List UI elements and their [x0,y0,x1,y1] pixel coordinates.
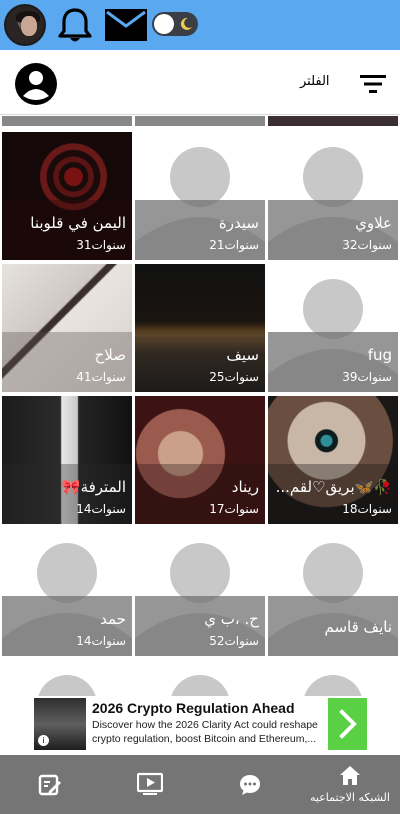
ad-thumbnail: i [34,698,86,750]
nav-home-label: الشبكه الاجتماعيه [310,791,390,804]
profile-card[interactable]: سيدرة 21سنوات [135,132,265,260]
profile-name: سيدرة [218,214,259,232]
profile-name: ح. ،ب ي [204,610,259,628]
profile-age: 31سنوات [76,238,126,252]
profile-card[interactable]: اليمن في قلوبنا 31سنوات [2,132,132,260]
profile-card[interactable]: ح. ،ب ي 52سنوات [135,528,265,656]
dark-mode-toggle[interactable] [152,12,198,36]
profile-card-partial[interactable] [135,660,265,696]
profile-name: نايف قاسم [324,618,392,636]
card-overlay [135,116,265,126]
nav-video[interactable] [100,755,200,814]
profile-age: 21سنوات [209,238,259,252]
profile-name: علاوي [355,214,392,232]
bottom-nav: الشبكه الاجتماعيه [0,755,400,814]
profile-card-partial[interactable] [2,116,132,126]
profile-age: 17سنوات [209,502,259,516]
profile-age: 18سنوات [342,502,392,516]
profiles-grid: اليمن في قلوبنا 31سنوات سيدرة 21سنوات عل… [0,116,400,696]
profile-card-partial[interactable] [2,660,132,696]
profile-card-partial[interactable] [135,116,265,126]
top-bar [0,0,400,50]
profile-card[interactable]: نايف قاسم [268,528,398,656]
filter-icon[interactable] [360,74,386,94]
bell-icon[interactable] [55,6,95,46]
filter-header: الفلتر [0,52,400,115]
profile-card[interactable]: ريناد 17سنوات [135,396,265,524]
silhouette-icon [38,675,96,696]
profile-name: 🥀🦋بريق♡لقم... [275,478,392,496]
filter-label[interactable]: الفلتر [300,74,330,89]
profile-age: 14سنوات [76,502,126,516]
profile-name: سيف [226,346,259,364]
silhouette-icon [304,675,362,696]
ad-description: Discover how the 2026 Clarity Act could … [92,719,318,745]
ad-info-icon[interactable]: i [38,735,49,746]
silhouette-icon [171,675,229,696]
ad-banner[interactable]: i 2026 Crypto Regulation Ahead Discover … [22,696,378,752]
profile-name: اليمن في قلوبنا [30,214,126,232]
ad-title: 2026 Crypto Regulation Ahead [92,700,295,716]
profile-age: 39سنوات [342,370,392,384]
profile-card-partial[interactable] [268,660,398,696]
nav-home[interactable]: الشبكه الاجتماعيه [300,755,400,814]
profile-age: 14سنوات [76,634,126,648]
profile-card[interactable]: fug 39سنوات [268,264,398,392]
profile-card-partial[interactable] [268,116,398,126]
profile-card[interactable]: المترفة🎀 14سنوات [2,396,132,524]
profile-name: صلاح [94,346,126,364]
video-icon [137,772,163,795]
profile-card[interactable]: علاوي 32سنوات [268,132,398,260]
home-icon [340,766,360,785]
profile-card[interactable]: سيف 25سنوات [135,264,265,392]
edit-icon [38,774,61,796]
profile-age: 25سنوات [209,370,259,384]
user-avatar[interactable] [4,4,46,46]
profile-name: حمد [100,610,126,628]
moon-icon [180,17,192,30]
chat-icon [240,775,260,795]
profile-age: 52سنوات [209,634,259,648]
profile-name: المترفة🎀 [61,478,126,496]
nav-chat[interactable] [200,755,300,814]
ad-arrow-icon[interactable] [328,698,367,750]
profile-card[interactable]: 🥀🦋بريق♡لقم... 18سنوات [268,396,398,524]
nav-edit[interactable] [0,755,100,814]
card-overlay [2,116,132,126]
profile-name: ريناد [231,478,259,496]
profile-card[interactable]: صلاح 41سنوات [2,264,132,392]
avatar-face [21,16,37,36]
profile-icon[interactable] [14,62,58,106]
toggle-knob [154,14,174,34]
mail-icon[interactable] [104,8,148,42]
profile-age: 41سنوات [76,370,126,384]
profile-name: fug [367,346,392,364]
profile-age: 32سنوات [342,238,392,252]
profile-card[interactable]: حمد 14سنوات [2,528,132,656]
